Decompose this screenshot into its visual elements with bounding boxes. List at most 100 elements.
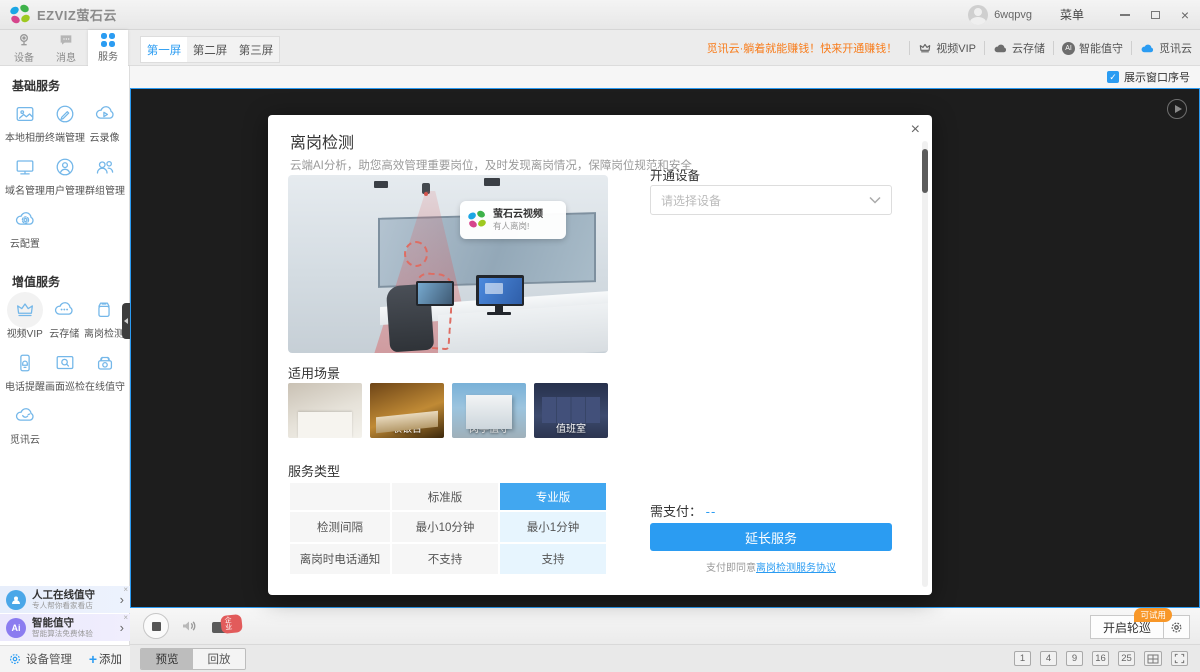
modal-scrollbar[interactable] xyxy=(922,141,928,587)
link-smart-guard[interactable]: AI 智能值守 xyxy=(1062,40,1123,56)
device-management-button[interactable]: 设备管理 xyxy=(26,651,72,667)
ceiling-light xyxy=(484,178,500,186)
scrollbar-thumb[interactable] xyxy=(922,149,928,193)
service-comparison-table: 标准版 专业版 检测间隔 最小10分钟 最小1分钟 离岗时电话通知 不支持 支持 xyxy=(288,481,608,576)
layout-4-button[interactable]: 4 xyxy=(1040,651,1057,666)
ezviz-client-window: EZVIZ萤石云 6wqpvg 菜单 × 设备 消息 服务 第一屏 第二屏 第三… xyxy=(0,0,1200,672)
layout-16-button[interactable]: 16 xyxy=(1092,651,1109,666)
off-duty-detection-modal: × 离岗检测 云端AI分析，助您高效管理重要岗位，及时发现离岗情况，保障岗位规范… xyxy=(268,115,932,595)
sidebar-item-user-management[interactable]: 用户管理 xyxy=(45,156,85,197)
sidebar-item-off-duty-detection[interactable]: 离岗检测 xyxy=(84,299,124,340)
nav-item-devices[interactable]: 设备 xyxy=(4,30,44,66)
device-select[interactable]: 请选择设备 xyxy=(650,185,892,215)
sidebar-item-group-management[interactable]: 群组管理 xyxy=(85,156,125,197)
ai-icon: Ai xyxy=(6,618,26,638)
sidebar-item-cloud-recording[interactable]: 云录像 xyxy=(85,103,124,144)
ai-icon: AI xyxy=(1062,42,1075,55)
custom-layout-button[interactable] xyxy=(1144,651,1162,666)
playback-tab[interactable]: 回放 xyxy=(193,649,245,669)
app-logo: EZVIZ萤石云 xyxy=(0,5,117,25)
gear-icon xyxy=(8,652,22,666)
nav-label: 消息 xyxy=(56,49,76,64)
promo-card-title: 智能值守 xyxy=(32,617,96,629)
layout-25-button[interactable]: 25 xyxy=(1118,651,1135,666)
monitor xyxy=(476,275,524,306)
show-window-number-checkbox[interactable]: ✓ xyxy=(1107,71,1119,83)
modal-close-button[interactable]: × xyxy=(911,121,920,139)
minimize-button[interactable] xyxy=(1110,1,1140,29)
link-mixun-cloud[interactable]: 觅讯云 xyxy=(1140,40,1192,56)
detector-icon xyxy=(93,299,115,321)
add-device-button[interactable]: + 添加 xyxy=(89,651,122,667)
nav-item-messages[interactable]: 消息 xyxy=(46,30,86,66)
table-header-empty xyxy=(290,483,390,510)
tab-screen-2[interactable]: 第二屏 xyxy=(187,37,233,62)
table-row-label: 检测间隔 xyxy=(290,512,390,542)
talk-camera-button[interactable]: 企业 xyxy=(212,617,242,637)
user-avatar[interactable] xyxy=(968,5,988,25)
manual-duty-promo-card[interactable]: 人工在线值守 专人帮你看家看店 › × xyxy=(0,586,130,613)
table-cell: 最小1分钟 xyxy=(500,512,606,542)
preview-tab[interactable]: 预览 xyxy=(141,649,193,669)
toolbar: 设备 消息 服务 第一屏 第二屏 第三屏 觅讯云·躺着就能赚钱！快来开通赚钱！ … xyxy=(0,30,1200,66)
close-button[interactable]: × xyxy=(1170,1,1200,29)
promo-card-subtitle: 专人帮你看家看店 xyxy=(32,601,93,610)
sidebar-item-domain-management[interactable]: 域名管理 xyxy=(5,156,45,197)
close-icon[interactable]: × xyxy=(123,614,128,622)
cloud-play-icon xyxy=(94,103,116,125)
feature-illustration: 萤石云视频 有人离岗! xyxy=(288,175,608,353)
tab-screen-1[interactable]: 第一屏 xyxy=(141,37,187,62)
sidebar-item-phone-reminder[interactable]: 电话提醒 xyxy=(5,352,45,393)
sidebar-item-video-vip[interactable]: 视频VIP xyxy=(5,299,45,340)
sidebar-item-screen-patrol[interactable]: 画面巡检 xyxy=(45,352,85,393)
speaker-icon[interactable] xyxy=(180,618,198,634)
scenario-cashier[interactable]: 收银台 xyxy=(370,383,444,438)
sidebar-item-online-duty[interactable]: 在线值守 xyxy=(85,352,125,393)
scenario-duty-room[interactable]: 值班室 xyxy=(534,383,608,438)
layout-1-button[interactable]: 1 xyxy=(1014,651,1031,666)
table-header-professional[interactable]: 专业版 xyxy=(500,483,606,510)
fullscreen-button[interactable] xyxy=(1171,651,1188,666)
table-header-standard[interactable]: 标准版 xyxy=(392,483,498,510)
sidebar-item-mixun-cloud[interactable]: 觅讯云 xyxy=(5,405,45,446)
smart-duty-promo-card[interactable]: Ai 智能值守 智能算法免费体验 › × xyxy=(0,614,130,641)
trial-badge: 可试用 xyxy=(1134,608,1172,622)
agreement-link[interactable]: 离岗检测服务协议 xyxy=(756,563,836,574)
sidebar-item-cloud-storage[interactable]: 云存储 xyxy=(45,299,85,340)
ezviz-flower-icon xyxy=(10,5,30,25)
sidebar-item-terminal-management[interactable]: 终端管理 xyxy=(45,103,85,144)
extend-service-button[interactable]: 延长服务 xyxy=(650,523,892,551)
sidebar-collapse-handle[interactable] xyxy=(122,303,130,339)
sidebar-item-cloud-config[interactable]: 云配置 xyxy=(5,209,45,250)
album-icon xyxy=(14,103,36,125)
link-cloud-storage[interactable]: 云存储 xyxy=(993,40,1045,56)
screen-tabs: 第一屏 第二屏 第三屏 xyxy=(140,36,280,63)
services-waffle-icon xyxy=(101,33,115,47)
ceiling-light xyxy=(374,181,388,188)
nav-item-services[interactable]: 服务 xyxy=(88,30,128,66)
close-icon[interactable]: × xyxy=(123,586,128,594)
username[interactable]: 6wqpvg xyxy=(994,9,1032,21)
close-icon: × xyxy=(1181,8,1189,22)
group-icon xyxy=(94,156,116,178)
maximize-button[interactable] xyxy=(1140,1,1170,29)
layout-9-button[interactable]: 9 xyxy=(1066,651,1083,666)
agreement-line: 支付即同意离岗检测服务协议 xyxy=(650,559,892,574)
modal-description: 云端AI分析，助您高效管理重要岗位，及时发现离岗情况，保障岗位规范和安全 xyxy=(290,157,692,173)
promo-banner-text[interactable]: 觅讯云·躺着就能赚钱！快来开通赚钱！ xyxy=(707,40,898,56)
scenario-thumbnails: 前台 收银台 岗亭值守 值班室 xyxy=(288,383,608,438)
link-video-vip[interactable]: 视频VIP xyxy=(918,40,976,56)
tab-screen-3[interactable]: 第三屏 xyxy=(233,37,279,62)
stop-all-button[interactable] xyxy=(143,613,169,639)
scenario-front-desk[interactable]: 前台 xyxy=(288,383,362,438)
chevron-down-icon xyxy=(869,196,881,204)
cycle-play-icon[interactable] xyxy=(1167,99,1187,119)
smile-cloud-icon xyxy=(14,405,36,427)
chevron-right-icon: › xyxy=(120,592,124,607)
modal-title: 离岗检测 xyxy=(290,129,354,153)
sidebar-item-local-album[interactable]: 本地相册 xyxy=(5,103,45,144)
payment-line: 需支付： -- xyxy=(650,501,716,520)
scenario-guard-booth[interactable]: 岗亭值守 xyxy=(452,383,526,438)
menu-button[interactable]: 菜单 xyxy=(1060,6,1084,23)
duty-camera-icon xyxy=(94,352,116,374)
